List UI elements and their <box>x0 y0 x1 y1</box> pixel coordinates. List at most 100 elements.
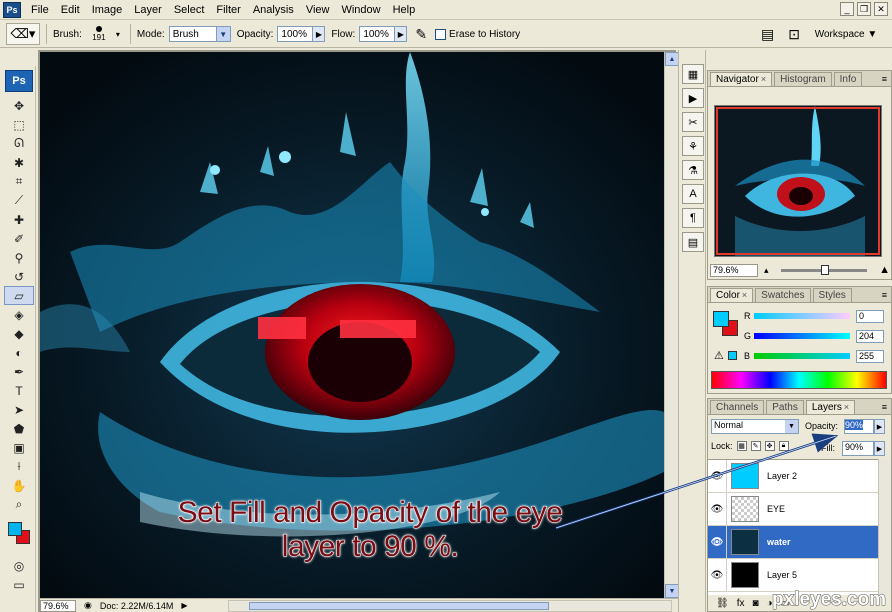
panel-menu-icon[interactable]: ≡ <box>882 402 887 412</box>
gamut-warning-icon[interactable]: ⚠ <box>714 349 724 362</box>
visibility-eye-icon[interactable]: 👁︎ <box>708 537 726 548</box>
green-value[interactable]: 204 <box>856 329 884 343</box>
eraser-tool-icon[interactable]: ▱ <box>4 286 34 305</box>
zoom-tool-icon[interactable]: ⌕ <box>4 495 34 514</box>
layers-scrollbar[interactable] <box>878 459 891 595</box>
fill-field[interactable]: 90% <box>842 441 874 456</box>
opacity-field[interactable]: 100% <box>277 26 314 42</box>
healing-brush-icon[interactable]: ✚ <box>4 210 34 229</box>
clone-stamp-icon[interactable]: ⚲ <box>4 248 34 267</box>
color-swatches[interactable] <box>4 520 34 550</box>
brush-picker[interactable]: 191 <box>86 23 112 45</box>
zoom-field[interactable]: 79.6% <box>40 599 76 612</box>
menu-filter[interactable]: Filter <box>210 0 246 20</box>
notes-tool-icon[interactable]: ▣ <box>4 438 34 457</box>
slider-knob[interactable] <box>820 264 829 275</box>
close-icon[interactable]: ✕ <box>874 2 888 16</box>
menu-view[interactable]: View <box>300 0 336 20</box>
navigator-thumbnail[interactable] <box>714 105 882 257</box>
lock-pixels-icon[interactable]: ✎ <box>750 441 761 451</box>
fill-slider-icon[interactable]: ▶ <box>874 441 885 456</box>
status-menu-icon[interactable]: ◉ <box>84 600 92 611</box>
layer-opacity-field[interactable]: 90% <box>844 419 874 434</box>
horizontal-scrollbar[interactable] <box>227 599 672 612</box>
layer-row-water[interactable]: 👁︎ water <box>708 525 878 559</box>
menu-analysis[interactable]: Analysis <box>247 0 300 20</box>
tab-styles[interactable]: Styles <box>812 288 852 302</box>
blue-slider[interactable] <box>754 353 850 359</box>
workspace-menu[interactable]: Workspace ▼ <box>808 24 884 44</box>
panel-menu-icon[interactable]: ≡ <box>882 74 887 84</box>
minimize-icon[interactable]: _ <box>840 2 854 16</box>
opacity-slider-icon[interactable]: ▶ <box>313 26 326 42</box>
scroll-down-icon[interactable]: ▼ <box>665 584 679 598</box>
navigator-zoom-field[interactable]: 79.6% <box>710 263 758 277</box>
crop-tool-icon[interactable]: ⌗ <box>4 172 34 191</box>
foreground-color-swatch[interactable] <box>8 522 22 536</box>
foreground-color-swatch[interactable] <box>713 311 729 327</box>
lasso-tool-icon[interactable]: ᘏ <box>4 134 34 153</box>
marquee-tool-icon[interactable]: ⬚ <box>4 115 34 134</box>
tab-swatches[interactable]: Swatches <box>755 288 811 302</box>
shape-tool-icon[interactable]: ⬟ <box>4 419 34 438</box>
green-slider[interactable] <box>754 333 850 339</box>
actions-panel-icon[interactable]: ▶ <box>682 88 704 108</box>
lock-all-icon[interactable]: 🔒︎ <box>778 441 789 451</box>
panel-menu-icon[interactable]: ≡ <box>882 290 887 300</box>
tab-layers[interactable]: Layers × <box>805 400 856 414</box>
layer-row-layer-2[interactable]: 👁︎ Layer 2 <box>708 459 878 493</box>
navigator-view-box[interactable] <box>716 107 880 255</box>
navigator-zoom-slider[interactable] <box>780 264 868 275</box>
magic-wand-icon[interactable]: ✱ <box>4 153 34 172</box>
hand-tool-icon[interactable]: ✋ <box>4 476 34 495</box>
paragraph-panel-icon[interactable]: ¶ <box>682 208 704 228</box>
history-brush-icon[interactable]: ↺ <box>4 267 34 286</box>
close-icon[interactable]: × <box>742 290 747 300</box>
zoom-in-icon[interactable]: ▲ <box>879 264 890 276</box>
flow-field[interactable]: 100% <box>359 26 396 42</box>
menu-help[interactable]: Help <box>387 0 422 20</box>
link-layers-icon[interactable]: ⛓ <box>716 598 729 609</box>
tab-info[interactable]: Info <box>833 72 863 86</box>
tab-paths[interactable]: Paths <box>766 400 804 414</box>
menu-layer[interactable]: Layer <box>128 0 168 20</box>
blur-tool-icon[interactable]: ◆ <box>4 324 34 343</box>
close-icon[interactable]: × <box>761 74 766 84</box>
palette-icon[interactable]: ▤ <box>761 26 774 43</box>
lock-transparency-icon[interactable]: ▦ <box>736 441 747 451</box>
photoshop-app-icon[interactable]: Ps <box>3 1 21 18</box>
character-panel-icon[interactable]: A <box>682 184 704 204</box>
tab-channels[interactable]: Channels <box>710 400 765 414</box>
tool-presets-icon[interactable]: ✂ <box>682 112 704 132</box>
scroll-up-icon[interactable]: ▲ <box>665 52 679 66</box>
scroll-thumb[interactable] <box>248 601 549 610</box>
screen-mode-icon[interactable]: ▭ <box>4 575 34 594</box>
slice-tool-icon[interactable]: ⟋ <box>4 191 34 210</box>
move-tool-icon[interactable]: ✥ <box>4 96 34 115</box>
layer-comps-icon[interactable]: ▤ <box>682 232 704 252</box>
visibility-eye-icon[interactable]: 👁︎ <box>708 504 726 515</box>
dodge-tool-icon[interactable]: ◐ <box>4 343 34 362</box>
pen-tool-icon[interactable]: ✒ <box>4 362 34 381</box>
layer-row-eye[interactable]: 👁︎ EYE <box>708 492 878 526</box>
brushes-panel-icon[interactable]: ⚘ <box>682 136 704 156</box>
clone-source-icon[interactable]: ⚗ <box>682 160 704 180</box>
quick-mask-icon[interactable]: ◎ <box>4 556 34 575</box>
tab-histogram[interactable]: Histogram <box>774 72 832 86</box>
menu-select[interactable]: Select <box>168 0 211 20</box>
red-value[interactable]: 0 <box>856 309 884 323</box>
brush-tool-icon[interactable]: ✐ <box>4 229 34 248</box>
lock-position-icon[interactable]: ✥ <box>764 441 775 451</box>
eyedropper-icon[interactable]: ⟊ <box>4 457 34 476</box>
red-slider[interactable] <box>754 313 850 319</box>
brush-dropdown-icon[interactable]: ▾ <box>116 30 120 39</box>
bridge-icon[interactable]: ⊡ <box>788 26 800 43</box>
color-ramp[interactable] <box>711 371 887 389</box>
visibility-eye-icon[interactable]: 👁︎ <box>708 471 726 482</box>
menu-edit[interactable]: Edit <box>55 0 86 20</box>
menu-image[interactable]: Image <box>86 0 129 20</box>
restore-icon[interactable]: ❐ <box>857 2 871 16</box>
history-panel-icon[interactable]: ▦ <box>682 64 704 84</box>
erase-to-history-checkbox[interactable] <box>435 28 447 40</box>
close-icon[interactable]: × <box>844 402 849 412</box>
